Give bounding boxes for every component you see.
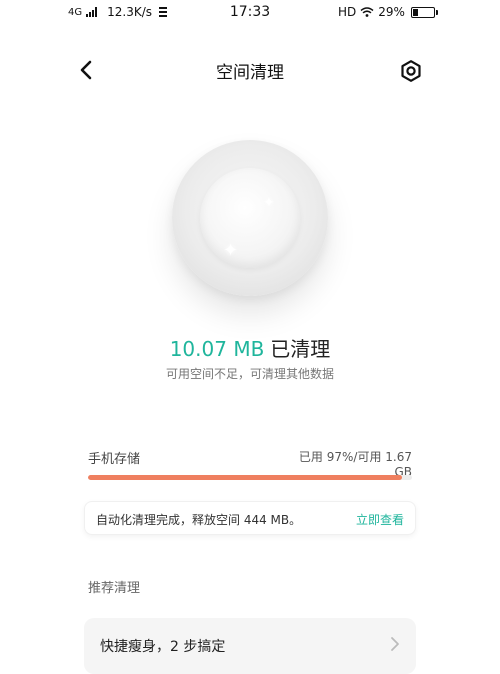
battery-percent: 29% [378,5,405,19]
result-subtitle: 可用空间不足，可清理其他数据 [165,367,334,381]
recommend-title: 推荐清理 [88,581,141,596]
wifi-icon [360,7,374,17]
settings-button[interactable] [396,56,426,86]
view-now-link[interactable]: 立即查看 [340,511,404,528]
auto-clean-text: 自动化清理完成，释放空间 444 MB。 [96,513,302,527]
status-bar: 4G 12.3K/s 17:33 HD 29% [0,0,500,26]
chevron-right-icon [388,634,402,654]
cleaned-amount: 10.07 MB [169,337,265,361]
sparkle-icon: ✦ [263,195,275,211]
gear-icon [401,60,421,82]
hd-indicator: HD [338,5,357,19]
battery-icon [410,6,438,18]
recommend-item-label: 快捷瘦身，2 步搞定 [100,639,226,655]
storage-bar-fill [88,475,403,480]
status-right: HD 29% [338,5,438,19]
storage-label: 手机存储 [88,452,141,467]
clean-orb-core [200,168,300,268]
clean-result: 10.07 MB 已清理 [0,333,500,362]
storage-bar [88,475,412,480]
sparkle-icon: ✦ [223,240,239,261]
cleaned-suffix: 已清理 [270,337,331,361]
